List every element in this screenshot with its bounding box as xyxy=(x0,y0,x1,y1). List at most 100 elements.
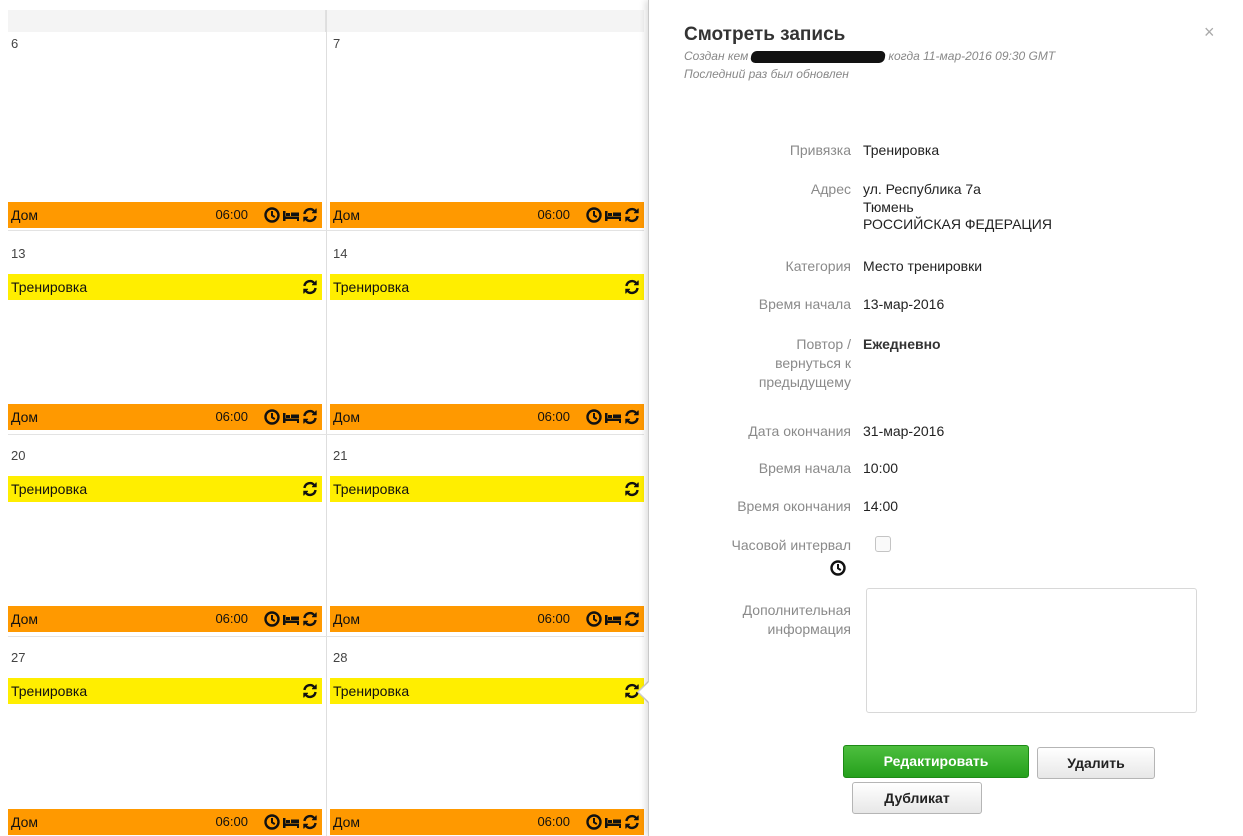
event-home[interactable]: Дом 06:00 xyxy=(330,606,644,632)
repeat-icon xyxy=(301,682,319,700)
repeat-label-line: Повтор / xyxy=(796,336,851,352)
timezone-label: Часовой интервал xyxy=(731,537,851,553)
end-time-value: 14:00 xyxy=(863,498,899,514)
event-training[interactable]: Тренировка xyxy=(8,476,322,502)
bed-icon xyxy=(282,813,300,831)
event-training[interactable]: Тренировка xyxy=(8,274,322,300)
day-cell-28[interactable]: 28 Тренировка Дом 06:00 xyxy=(330,648,644,836)
event-home[interactable]: Дом 06:00 xyxy=(8,404,322,430)
bed-icon xyxy=(604,610,622,628)
event-label: Дом xyxy=(11,409,39,425)
address-line: РОССИЙСКАЯ ФЕДЕРАЦИЯ xyxy=(863,216,1052,232)
event-home[interactable]: Дом 06:00 xyxy=(330,404,644,430)
repeat-icon xyxy=(301,206,319,224)
address-line: Тюмень xyxy=(863,199,914,215)
end-date-label: Дата окончания xyxy=(748,423,851,439)
end-time-label: Время окончания xyxy=(737,498,851,514)
repeat-label-line: предыдущему xyxy=(758,374,851,390)
category-label: Категория xyxy=(785,258,851,274)
day-cell-13[interactable]: 13 Тренировка Дом 06:00 xyxy=(8,244,322,432)
bed-icon xyxy=(282,206,300,224)
event-label: Дом xyxy=(333,814,361,830)
day-number: 6 xyxy=(11,36,19,51)
event-home[interactable]: Дом 06:00 xyxy=(8,202,322,228)
repeat-icon xyxy=(623,206,641,224)
timezone-checkbox[interactable] xyxy=(875,536,891,552)
clock-icon xyxy=(263,408,281,426)
day-cell-27[interactable]: 27 Тренировка Дом 06:00 xyxy=(8,648,322,836)
duplicate-button[interactable]: Дубликат xyxy=(852,782,982,814)
extra-info-label-line: Дополнительная xyxy=(742,602,851,618)
day-cell-6[interactable]: 6 Дом 06:00 xyxy=(8,34,322,230)
updated-info: Последний раз был обновлен xyxy=(684,67,849,81)
clock-icon xyxy=(585,408,603,426)
event-label: Дом xyxy=(333,409,361,425)
clock-icon xyxy=(263,610,281,628)
day-cell-21[interactable]: 21 Тренировка Дом 06:00 xyxy=(330,446,644,634)
repeat-icon xyxy=(301,610,319,628)
repeat-icon xyxy=(623,408,641,426)
day-number: 7 xyxy=(333,36,341,51)
category-value: Место тренировки xyxy=(863,258,983,274)
event-time: 06:00 xyxy=(537,611,570,626)
event-training[interactable]: Тренировка xyxy=(8,678,322,704)
event-time: 06:00 xyxy=(537,207,570,222)
row-divider xyxy=(8,230,644,231)
start-time-label: Время начала xyxy=(758,460,851,476)
calendar-header-col xyxy=(327,10,644,32)
day-cell-20[interactable]: 20 Тренировка Дом 06:00 xyxy=(8,446,322,634)
day-cell-7[interactable]: 7 Дом 06:00 xyxy=(330,34,644,230)
address-label: Адрес xyxy=(810,181,851,197)
delete-button[interactable]: Удалить xyxy=(1037,747,1155,779)
repeat-icon xyxy=(301,278,319,296)
calendar-header-col xyxy=(8,10,326,32)
clock-icon xyxy=(263,813,281,831)
repeat-icon xyxy=(301,480,319,498)
bed-icon xyxy=(604,408,622,426)
address-line: ул. Республика 7а xyxy=(863,181,981,197)
bed-icon xyxy=(282,610,300,628)
created-suffix: когда 11-мар-2016 09:30 GMT xyxy=(888,49,1056,63)
event-label: Тренировка xyxy=(333,683,410,699)
event-label: Дом xyxy=(11,611,39,627)
panel-title: Смотреть запись xyxy=(684,24,846,45)
close-icon[interactable]: × xyxy=(1204,22,1215,43)
event-label: Тренировка xyxy=(11,683,88,699)
view-record-panel: Смотреть запись × Создан кем когда 11-мар… xyxy=(648,0,1243,836)
calendar-grid: 6 Дом 06:00 7 Дом 06:00 13 Тренировка До… xyxy=(0,0,648,836)
event-time: 06:00 xyxy=(537,814,570,829)
bed-icon xyxy=(604,206,622,224)
clock-icon xyxy=(263,206,281,224)
column-divider xyxy=(326,10,327,836)
repeat-label-line: вернуться к xyxy=(775,355,851,371)
repeat-label: Повтор / вернуться к предыдущему xyxy=(759,335,851,392)
event-time: 06:00 xyxy=(215,814,248,829)
binding-value: Тренировка xyxy=(863,142,940,158)
edit-button[interactable]: Редактировать xyxy=(843,745,1029,778)
repeat-icon xyxy=(623,278,641,296)
start-date-label: Время начала xyxy=(758,296,851,312)
row-divider xyxy=(8,434,644,435)
extra-info-field[interactable] xyxy=(866,588,1197,713)
day-number: 14 xyxy=(333,246,348,261)
event-label: Тренировка xyxy=(333,481,410,497)
event-training[interactable]: Тренировка xyxy=(330,678,644,704)
repeat-icon xyxy=(623,813,641,831)
event-home[interactable]: Дом 06:00 xyxy=(330,809,644,835)
end-date-value: 31-мар-2016 xyxy=(863,423,945,439)
event-training[interactable]: Тренировка xyxy=(330,476,644,502)
day-number: 27 xyxy=(11,650,26,665)
day-cell-14[interactable]: 14 Тренировка Дом 06:00 xyxy=(330,244,644,432)
clock-icon xyxy=(585,813,603,831)
event-time: 06:00 xyxy=(215,207,248,222)
event-home[interactable]: Дом 06:00 xyxy=(8,606,322,632)
event-label: Дом xyxy=(11,207,39,223)
event-home[interactable]: Дом 06:00 xyxy=(8,809,322,835)
extra-info-label: Дополнительная информация xyxy=(743,601,851,639)
created-info: Создан кем когда 11-мар-2016 09:30 GMT xyxy=(684,49,1055,63)
event-training[interactable]: Тренировка xyxy=(330,274,644,300)
day-number: 20 xyxy=(11,448,26,463)
event-label: Дом xyxy=(11,814,39,830)
event-time: 06:00 xyxy=(215,611,248,626)
event-home[interactable]: Дом 06:00 xyxy=(330,202,644,228)
